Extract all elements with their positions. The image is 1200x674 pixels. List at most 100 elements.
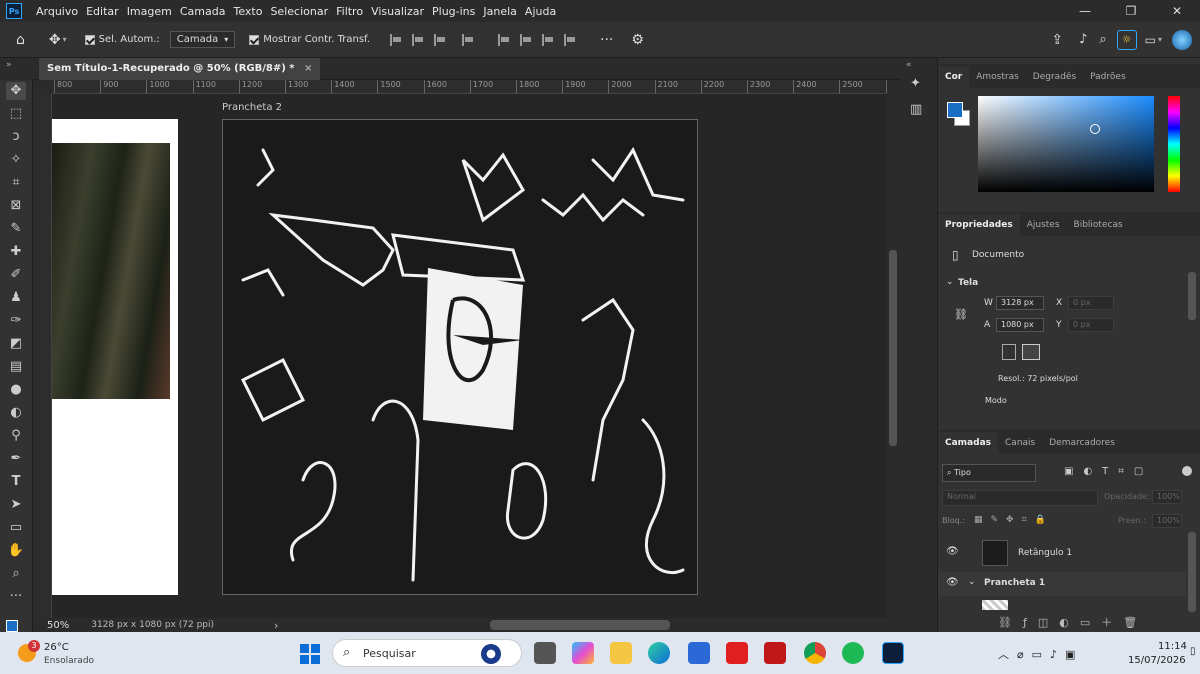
properties-scroll-thumb[interactable] (1188, 272, 1196, 320)
horizontal-scroll-thumb[interactable] (490, 620, 670, 630)
menu-plugins[interactable]: Plug-ins (428, 5, 479, 18)
lock-icons[interactable]: ▦✎✥⌗🔒 (974, 515, 1054, 525)
show-transform-checkbox[interactable] (249, 34, 260, 45)
align-bottom-icon[interactable] (542, 33, 554, 46)
search-box[interactable]: ⌕ Pesquisar (332, 639, 522, 667)
file-explorer-icon[interactable] (610, 642, 632, 664)
gear-icon[interactable]: ⚙ (631, 32, 644, 48)
blur-tool-icon[interactable]: ● (6, 381, 26, 399)
color-picker-cursor[interactable] (1090, 124, 1100, 134)
width-input[interactable]: 3128 px (996, 296, 1044, 310)
filter-toggle[interactable] (1182, 466, 1192, 476)
close-icon[interactable]: × (304, 63, 312, 74)
portrait-orientation-icon[interactable] (1002, 344, 1016, 360)
more-options-button[interactable]: ··· (600, 32, 613, 48)
toolbar-collapse-icon[interactable]: » (6, 60, 12, 70)
layer-row[interactable]: 👁 Retângulo 1 (938, 536, 1186, 570)
layer-name[interactable]: Retângulo 1 (1018, 548, 1072, 558)
foreground-color-swatch[interactable] (6, 620, 18, 632)
maximize-button[interactable]: ❐ (1108, 4, 1154, 18)
tab-canais[interactable]: Canais (998, 432, 1042, 454)
gradient-tool-icon[interactable]: ▤ (6, 358, 26, 376)
y-input[interactable]: 0 px (1068, 318, 1114, 332)
artboard-2[interactable] (222, 119, 698, 595)
edge-icon[interactable] (648, 642, 670, 664)
auto-select-checkbox[interactable] (84, 34, 95, 45)
search-icon[interactable]: ⌕ (1099, 32, 1106, 47)
chrome-icon[interactable] (804, 642, 826, 664)
layer-filter-icons[interactable]: ▣◐T⌗▢ (1064, 466, 1153, 477)
type-tool-icon[interactable]: T (6, 473, 26, 491)
notification-icon[interactable]: ▯ (1190, 646, 1196, 657)
foreground-color-swatch[interactable] (947, 102, 963, 118)
canvas-area[interactable]: Prancheta 2 (52, 94, 887, 618)
magic-wand-icon[interactable]: ✧ (6, 151, 26, 169)
tab-bibliotecas[interactable]: Bibliotecas (1067, 214, 1130, 236)
zoom-level[interactable]: 50% (47, 620, 69, 631)
task-view-icon[interactable] (534, 642, 556, 664)
tab-propriedades[interactable]: Propriedades (938, 214, 1020, 236)
hand-tool-icon[interactable]: ✋ (6, 542, 26, 560)
tab-cor[interactable]: Cor (938, 66, 970, 88)
height-input[interactable]: 1080 px (996, 318, 1044, 332)
artboard-label[interactable]: Prancheta 2 (222, 102, 282, 113)
menu-selecionar[interactable]: Selecionar (266, 5, 332, 18)
path-select-icon[interactable]: ➤ (6, 496, 26, 514)
distribute-icon[interactable] (462, 33, 474, 46)
eye-icon[interactable]: 👁 (946, 546, 959, 557)
artboard-1[interactable] (52, 119, 178, 595)
copilot-icon[interactable] (572, 642, 594, 664)
discover-icon[interactable]: ☼ (1116, 29, 1137, 50)
fill-input[interactable]: 100% (1152, 514, 1182, 528)
menu-editar[interactable]: Editar (82, 5, 123, 18)
canvas-section-title[interactable]: Tela (958, 278, 978, 288)
more-tools-icon[interactable]: ··· (6, 588, 26, 606)
zoom-pen-icon[interactable]: ⚲ (6, 427, 26, 445)
align-top-icon[interactable] (498, 33, 510, 46)
layer-filter-dropdown[interactable]: ⌕ Tipo (942, 464, 1036, 482)
clock-time[interactable]: 11:14 (1158, 641, 1187, 652)
eyedropper-icon[interactable]: ✎ (6, 220, 26, 238)
x-input[interactable]: 0 px (1068, 296, 1114, 310)
layers-scroll-thumb[interactable] (1188, 532, 1196, 612)
align-left-icon[interactable] (390, 33, 402, 46)
menu-arquivo[interactable]: Arquivo (32, 5, 82, 18)
document-tab[interactable]: Sem Título-1-Recuperado @ 50% (RGB/8#) *… (39, 58, 321, 80)
history-brush-icon[interactable]: ✑ (6, 312, 26, 330)
eye-icon[interactable]: 👁 (946, 577, 959, 588)
dodge-tool-icon[interactable]: ◐ (6, 404, 26, 422)
tab-amostras[interactable]: Amostras (969, 66, 1026, 88)
home-icon[interactable]: ⌂ (16, 32, 25, 48)
move-tool-icon[interactable]: ✥ (6, 82, 26, 100)
distribute-vertical-icon[interactable] (564, 33, 576, 46)
spotify-icon[interactable] (842, 642, 864, 664)
app-l-icon[interactable] (726, 642, 748, 664)
auto-select-dropdown[interactable]: Camada ▾ (169, 31, 236, 48)
start-button[interactable] (300, 644, 320, 664)
layers-footer-icons[interactable]: ⛓ƒ◫◐▭＋🗑 (998, 614, 1148, 630)
tab-degrades[interactable]: Degradês (1026, 66, 1083, 88)
chevron-down-icon[interactable]: ▾ (1158, 35, 1162, 44)
align-center-icon[interactable] (412, 33, 424, 46)
color-picker-field[interactable] (978, 96, 1154, 192)
blend-mode-dropdown[interactable]: Normal (942, 490, 1098, 506)
pen-tool-icon[interactable]: ✒ (6, 450, 26, 468)
tray-icons[interactable]: ︿⌀▭♪▣ (998, 646, 1083, 662)
brush-tool-icon[interactable]: ✐ (6, 266, 26, 284)
chevron-down-icon[interactable]: ⌄ (968, 577, 976, 587)
status-menu-arrow[interactable]: › (274, 619, 278, 632)
menu-imagem[interactable]: Imagem (123, 5, 176, 18)
minimize-button[interactable]: — (1062, 4, 1108, 18)
opacity-input[interactable]: 100% (1152, 490, 1182, 504)
chevron-down-icon[interactable]: ▾ (63, 35, 67, 44)
tab-ajustes[interactable]: Ajustes (1020, 214, 1067, 236)
learn-icon[interactable]: ✦ (910, 76, 921, 91)
lasso-tool-icon[interactable]: ↄ (6, 128, 26, 146)
adjust-icon[interactable]: ▥ (910, 102, 922, 117)
crop-tool-icon[interactable]: ⌗ (6, 174, 26, 192)
layer-group-row[interactable]: 👁 ⌄ Prancheta 1 (938, 572, 1186, 596)
eraser-tool-icon[interactable]: ◩ (6, 335, 26, 353)
menu-ajuda[interactable]: Ajuda (521, 5, 560, 18)
link-icon[interactable]: ⛓ (954, 308, 968, 321)
menu-texto[interactable]: Texto (229, 5, 266, 18)
